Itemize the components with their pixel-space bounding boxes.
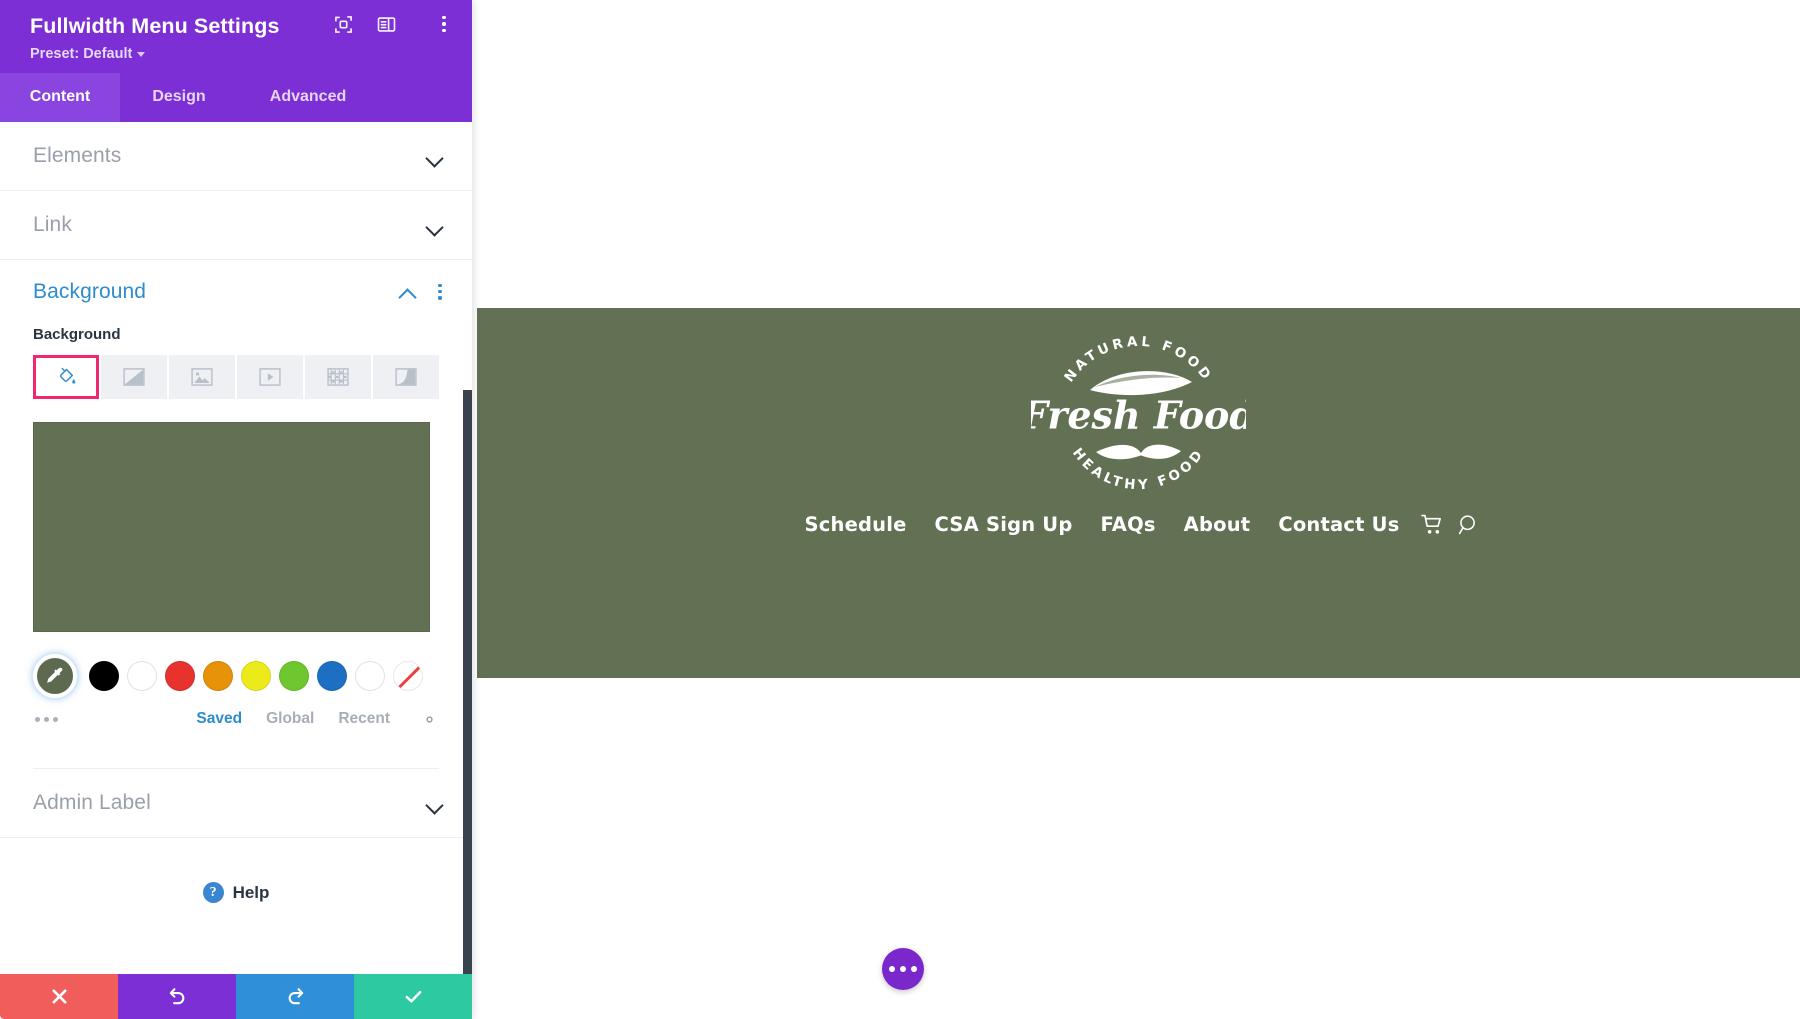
layout-columns-icon[interactable]: [377, 15, 396, 34]
kebab-dot: [442, 15, 446, 20]
kebab-dot: [442, 28, 446, 33]
section-admin-label[interactable]: Admin Label: [0, 768, 472, 838]
ellipsis-dot: [53, 716, 58, 722]
swatch-transparent[interactable]: [393, 660, 423, 691]
kebab-dot: [438, 283, 442, 288]
background-gradient-icon[interactable]: [101, 354, 167, 399]
tab-advanced[interactable]: Advanced: [238, 73, 378, 122]
close-x-icon: [51, 989, 67, 1004]
nav-item-contact-us[interactable]: Contact Us: [1264, 513, 1413, 536]
kebab-dot: [438, 296, 442, 300]
section-link[interactable]: Link: [0, 190, 472, 260]
background-pattern-icon[interactable]: [305, 354, 371, 399]
section-label: Admin Label: [33, 790, 151, 814]
ellipsis-dot: [889, 966, 895, 972]
module-settings-panel: Fullwidth Menu Settings Preset: Default: [0, 0, 472, 1019]
swatch-white-2[interactable]: [355, 660, 385, 691]
panel-header: Fullwidth Menu Settings Preset: Default: [0, 0, 472, 73]
background-color-icon[interactable]: [33, 354, 99, 399]
swatch-yellow[interactable]: [241, 660, 271, 691]
ellipsis-dot: [911, 966, 917, 972]
background-video-icon[interactable]: [237, 354, 303, 399]
section-background-header[interactable]: Background: [0, 260, 472, 324]
background-type-toggle-group: [33, 354, 439, 399]
background-mask-icon[interactable]: [373, 354, 439, 399]
ellipsis-icon[interactable]: [33, 711, 60, 728]
redo-button[interactable]: [236, 974, 354, 1019]
background-image-icon[interactable]: [169, 354, 235, 399]
focus-target-icon[interactable]: [334, 15, 353, 34]
swatch-blue[interactable]: [317, 660, 347, 691]
chevron-up-icon[interactable]: [399, 287, 416, 297]
swatch-tab-global[interactable]: Global: [266, 710, 314, 728]
ellipsis-dot: [44, 716, 49, 722]
background-color-preview[interactable]: [33, 421, 430, 632]
ellipsis-dot: [900, 966, 906, 972]
tab-design[interactable]: Design: [120, 73, 238, 122]
panel-scroll-body[interactable]: Elements Link Background Background Save…: [0, 121, 472, 974]
swatch-green[interactable]: [279, 660, 309, 691]
chevron-down-icon: [426, 220, 443, 230]
swatch-red[interactable]: [165, 660, 195, 691]
panel-tabs: Content Design Advanced: [0, 72, 472, 122]
site-logo[interactable]: NATURAL FOOD Fresh Food HEALTHY FOOD: [477, 326, 1800, 491]
kebab-menu-icon[interactable]: [436, 14, 452, 34]
tab-content[interactable]: Content: [0, 72, 120, 122]
help-icon: ?: [202, 882, 224, 904]
section-divider: [33, 729, 439, 769]
panel-scrollbar[interactable]: [463, 389, 472, 974]
color-swatch-row: [33, 653, 439, 698]
swatch-black[interactable]: [89, 660, 119, 691]
nav-item-about[interactable]: About: [1170, 513, 1265, 536]
chevron-down-icon: [137, 52, 146, 58]
swatch-source-tabs: Saved Global Recent: [196, 710, 439, 729]
svg-text:Fresh Food: Fresh Food: [1031, 393, 1246, 438]
fullwidth-menu-module[interactable]: NATURAL FOOD Fresh Food HEALTHY FOOD Sch…: [477, 308, 1800, 678]
section-label: Background: [33, 279, 147, 303]
page-settings-fab[interactable]: [882, 948, 924, 990]
preset-label: Preset: Default: [30, 45, 133, 62]
undo-arrow-icon: [169, 988, 184, 1005]
search-icon[interactable]: [1451, 514, 1487, 536]
preset-dropdown[interactable]: Preset: Default: [30, 45, 146, 62]
nav-item-schedule[interactable]: Schedule: [790, 513, 920, 536]
ellipsis-dot: [35, 716, 40, 722]
swatch-white[interactable]: [127, 660, 157, 691]
kebab-dot: [438, 290, 442, 294]
fresh-food-logo-icon: NATURAL FOOD Fresh Food HEALTHY FOOD: [1031, 334, 1246, 491]
color-picker-current[interactable]: [33, 653, 77, 698]
primary-navigation[interactable]: Schedule CSA Sign Up FAQs About Contact …: [477, 513, 1800, 536]
checkmark-icon: [405, 990, 421, 1003]
panel-action-bar: [0, 974, 472, 1019]
gear-icon[interactable]: [420, 710, 439, 729]
swatch-tab-recent[interactable]: Recent: [338, 710, 390, 728]
shopping-cart-icon[interactable]: [1414, 514, 1451, 535]
swatch-footer: Saved Global Recent: [33, 710, 439, 729]
undo-button[interactable]: [118, 974, 236, 1019]
app-root: NATURAL FOOD Fresh Food HEALTHY FOOD Sch…: [0, 0, 1800, 1019]
nav-item-faqs[interactable]: FAQs: [1087, 513, 1170, 536]
cancel-button[interactable]: [0, 974, 118, 1019]
panel-header-actions: [334, 14, 452, 34]
save-button[interactable]: [354, 974, 472, 1019]
section-label: Link: [33, 212, 72, 236]
chevron-down-icon: [426, 798, 443, 808]
help-label: Help: [232, 882, 270, 902]
redo-arrow-icon: [288, 988, 303, 1005]
swatch-tab-saved[interactable]: Saved: [196, 710, 242, 728]
help-button[interactable]: ? Help: [0, 838, 472, 948]
chevron-down-icon: [426, 151, 443, 161]
eyedropper-icon: [47, 667, 63, 683]
kebab-menu-icon[interactable]: [432, 282, 448, 302]
section-background-body: Background Saved Global Recent: [0, 326, 472, 769]
nav-item-csa-sign-up[interactable]: CSA Sign Up: [921, 513, 1087, 536]
section-elements[interactable]: Elements: [0, 121, 472, 191]
background-field-label: Background: [33, 325, 121, 343]
kebab-dot: [442, 22, 446, 26]
section-label: Elements: [33, 143, 122, 167]
swatch-orange[interactable]: [203, 660, 233, 691]
